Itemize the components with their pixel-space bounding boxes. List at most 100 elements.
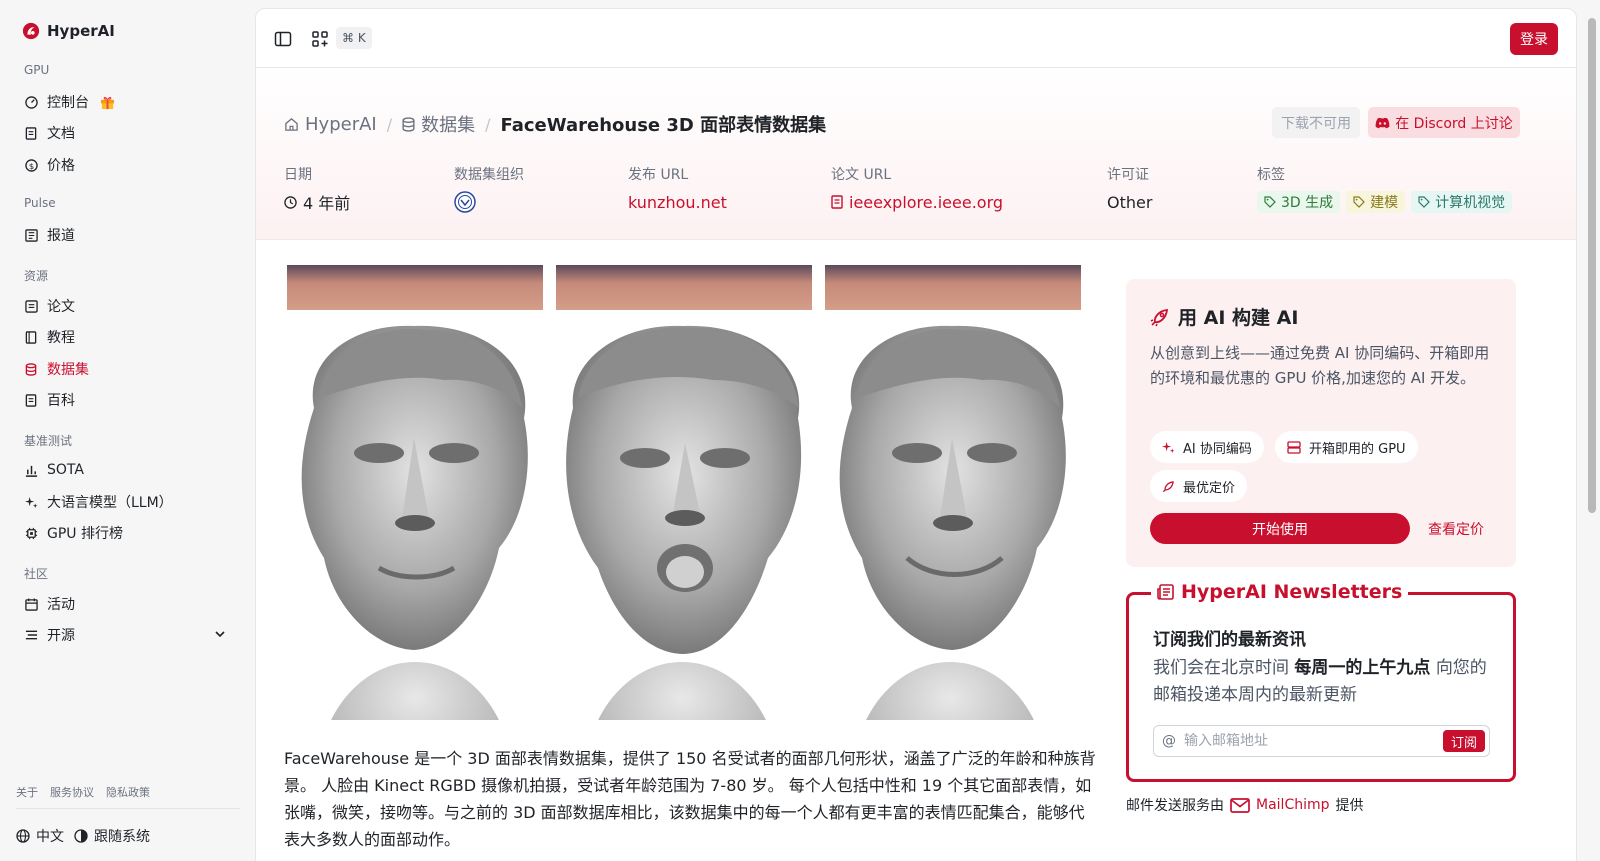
footer-link-terms[interactable]: 服务协议	[50, 784, 94, 800]
sidebar-item-console[interactable]: 控制台	[24, 90, 234, 114]
newsletter-card: HyperAI Newsletters 订阅我们的最新资讯 我们会在北京时间 每…	[1126, 581, 1516, 782]
email-form: @ 订阅	[1153, 725, 1490, 757]
sidebar: HyperAI GPU 控制台 文档 $ 价格 Pulse 报道 资源 论文 教…	[0, 0, 250, 861]
face-scan	[566, 325, 802, 654]
sidebar-item-news[interactable]: 报道	[24, 223, 234, 247]
email-input[interactable]	[1184, 733, 1435, 749]
meta-paper-url: 论文 URL ieeexplore.ieee.org	[831, 164, 1003, 214]
chip-icon	[24, 526, 38, 540]
meta-license-label: 许可证	[1107, 167, 1149, 183]
breadcrumb-home-label: HyperAI	[305, 113, 377, 135]
face-scan	[301, 325, 528, 650]
breadcrumb-home[interactable]: HyperAI	[284, 114, 377, 135]
sidebar-item-sota[interactable]: SOTA	[24, 458, 234, 482]
dataset-preview-image	[284, 262, 1096, 720]
ai-feature-pill: 开箱即用的 GPU	[1275, 431, 1418, 463]
sidebar-item-pricing[interactable]: $ 价格	[24, 153, 234, 177]
sidebar-item-datasets[interactable]: 数据集	[24, 357, 234, 381]
tag-list: 3D 生成 建模 计算机视觉	[1257, 190, 1518, 214]
sidebar-item-label: 大语言模型（LLM）	[47, 495, 173, 511]
server-icon	[1287, 440, 1301, 454]
chevron-down-icon[interactable]	[214, 628, 226, 640]
tag-icon	[1418, 196, 1430, 208]
database-icon	[24, 362, 38, 376]
newsletter-subtitle: 订阅我们的最新资讯	[1153, 630, 1306, 650]
language-switch[interactable]: 中文	[16, 826, 64, 846]
newsletter-title-text: HyperAI Newsletters	[1181, 581, 1403, 603]
mailchimp-link[interactable]: MailChimp	[1256, 797, 1330, 813]
rocket-icon	[1162, 480, 1174, 492]
breadcrumb-separator: /	[386, 114, 393, 134]
dataset-description: FaceWarehouse 是一个 3D 面部表情数据集，提供了 150 名受试…	[284, 749, 1096, 849]
main-panel: ⌘ K 登录 HyperAI / 数据集 / FaceWarehouse 3D …	[255, 8, 1577, 861]
sidebar-item-wiki[interactable]: 百科	[24, 388, 234, 412]
mail-provider-pre: 邮件发送服务由	[1126, 798, 1224, 814]
date-text: 4 年前	[303, 194, 351, 213]
sidebar-item-opensource[interactable]: 开源	[24, 623, 234, 647]
calendar-icon	[24, 597, 38, 611]
scrollbar-thumb[interactable]	[1588, 18, 1596, 513]
breadcrumb-separator: /	[485, 114, 491, 134]
sidebar-item-llm[interactable]: 大语言模型（LLM）	[24, 490, 234, 514]
subscribe-button[interactable]: 订阅	[1443, 730, 1485, 752]
meta-license: 许可证 Other	[1107, 164, 1152, 214]
sidebar-item-tutorials[interactable]: 教程	[24, 325, 234, 349]
paper-url-link[interactable]: ieeexplore.ieee.org	[849, 193, 1003, 212]
meta-date-label: 日期	[284, 167, 312, 183]
tag-item[interactable]: 建模	[1346, 191, 1406, 213]
tag-item[interactable]: 3D 生成	[1257, 191, 1341, 213]
newsletter-desc-bold: 每周一的上午九点	[1294, 658, 1431, 678]
wiki-icon	[24, 393, 38, 407]
organization-logo-icon[interactable]	[454, 191, 476, 213]
page-scrollbar[interactable]	[1586, 8, 1598, 861]
dataset-header: HyperAI / 数据集 / FaceWarehouse 3D 面部表情数据集…	[256, 68, 1576, 240]
sidebar-item-papers[interactable]: 论文	[24, 294, 234, 318]
hyperai-logo-icon	[22, 22, 40, 40]
sphere-render	[317, 662, 513, 720]
theme-switch[interactable]: 跟随系统	[74, 826, 150, 846]
brand[interactable]: HyperAI	[22, 22, 115, 40]
newspaper-icon	[1157, 584, 1174, 600]
rocket-icon	[1150, 308, 1169, 326]
section-gpu: GPU	[24, 63, 50, 77]
chart-icon	[24, 463, 38, 477]
sidebar-item-label: 报道	[47, 228, 75, 244]
meta-org-value	[454, 190, 524, 214]
discord-button[interactable]: 在 Discord 上讨论	[1368, 107, 1520, 138]
ai-promo-card: 用 AI 构建 AI 从创意到上线——通过免费 AI 协同编码、开箱即用的环境和…	[1126, 279, 1516, 567]
face-photo	[556, 265, 812, 310]
pill-label: 最优定价	[1183, 480, 1236, 496]
meta-paper-label: 论文 URL	[831, 167, 892, 183]
search-shortcut[interactable]: ⌘ K	[336, 27, 372, 49]
sidebar-toggle-icon[interactable]	[274, 30, 292, 48]
sidebar-item-docs[interactable]: 文档	[24, 121, 234, 145]
tag-label: 计算机视觉	[1435, 195, 1506, 211]
view-pricing-link[interactable]: 查看定价	[1428, 519, 1484, 539]
footer-link-privacy[interactable]: 隐私政策	[106, 784, 150, 800]
discord-icon	[1375, 117, 1390, 128]
gift-icon	[100, 96, 115, 109]
list-icon	[24, 628, 38, 642]
sidebar-item-label: GPU 排行榜	[47, 526, 123, 542]
meta-license-value: Other	[1107, 192, 1153, 212]
publish-url-link[interactable]: kunzhou.net	[628, 193, 727, 212]
login-button[interactable]: 登录	[1510, 23, 1558, 55]
dollar-icon: $	[24, 158, 38, 172]
breadcrumb-datasets[interactable]: 数据集	[402, 111, 475, 137]
tag-icon	[1353, 196, 1365, 208]
brand-name: HyperAI	[47, 22, 115, 40]
sidebar-item-gpu-leaderboard[interactable]: GPU 排行榜	[24, 521, 234, 545]
get-started-button[interactable]: 开始使用	[1150, 513, 1410, 544]
pill-label: AI 协同编码	[1183, 441, 1252, 457]
footer-link-about[interactable]: 关于	[16, 784, 38, 800]
newsletter-desc: 我们会在北京时间 每周一的上午九点 向您的邮箱投递本周内的最新更新	[1153, 655, 1498, 709]
discord-label: 在 Discord 上讨论	[1395, 115, 1513, 132]
mail-provider-post: 提供	[1335, 798, 1364, 814]
face-photo	[825, 265, 1081, 310]
apps-grid-icon[interactable]	[311, 30, 329, 48]
sidebar-item-label: SOTA	[47, 462, 84, 478]
theme-icon	[74, 829, 88, 843]
tag-item[interactable]: 计算机视觉	[1411, 191, 1513, 213]
book-icon	[24, 330, 38, 344]
sidebar-item-events[interactable]: 活动	[24, 592, 234, 616]
